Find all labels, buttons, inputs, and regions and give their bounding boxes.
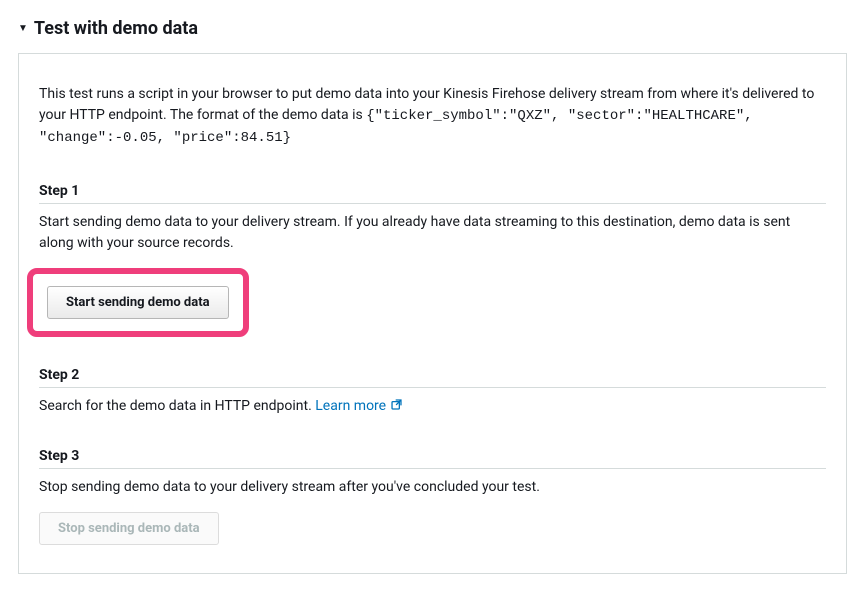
step-1-desc: Start sending demo data to your delivery… [39,212,826,254]
start-button-highlight: Start sending demo data [27,268,249,337]
stop-sending-demo-data-button: Stop sending demo data [39,512,219,545]
learn-more-link[interactable]: Learn more [315,398,402,414]
step-1: Step 1 Start sending demo data to your d… [39,183,826,337]
collapse-triangle-icon: ▼ [18,24,28,34]
test-demo-panel: This test runs a script in your browser … [18,53,847,574]
learn-more-text: Learn more [315,398,386,414]
step-3-desc: Stop sending demo data to your delivery … [39,477,826,498]
section-title: Test with demo data [34,18,198,39]
stop-button-wrap: Stop sending demo data [39,512,826,545]
step-1-title: Step 1 [39,183,826,204]
external-link-icon [390,397,403,418]
step-2-title: Step 2 [39,367,826,388]
step-2-desc: Search for the demo data in HTTP endpoin… [39,396,826,418]
step-3-title: Step 3 [39,448,826,469]
section-header[interactable]: ▼ Test with demo data [18,18,847,39]
intro-text: This test runs a script in your browser … [39,84,826,149]
step-2-desc-text: Search for the demo data in HTTP endpoin… [39,398,315,414]
start-sending-demo-data-button[interactable]: Start sending demo data [47,286,229,319]
step-2: Step 2 Search for the demo data in HTTP … [39,367,826,418]
step-3: Step 3 Stop sending demo data to your de… [39,448,826,545]
